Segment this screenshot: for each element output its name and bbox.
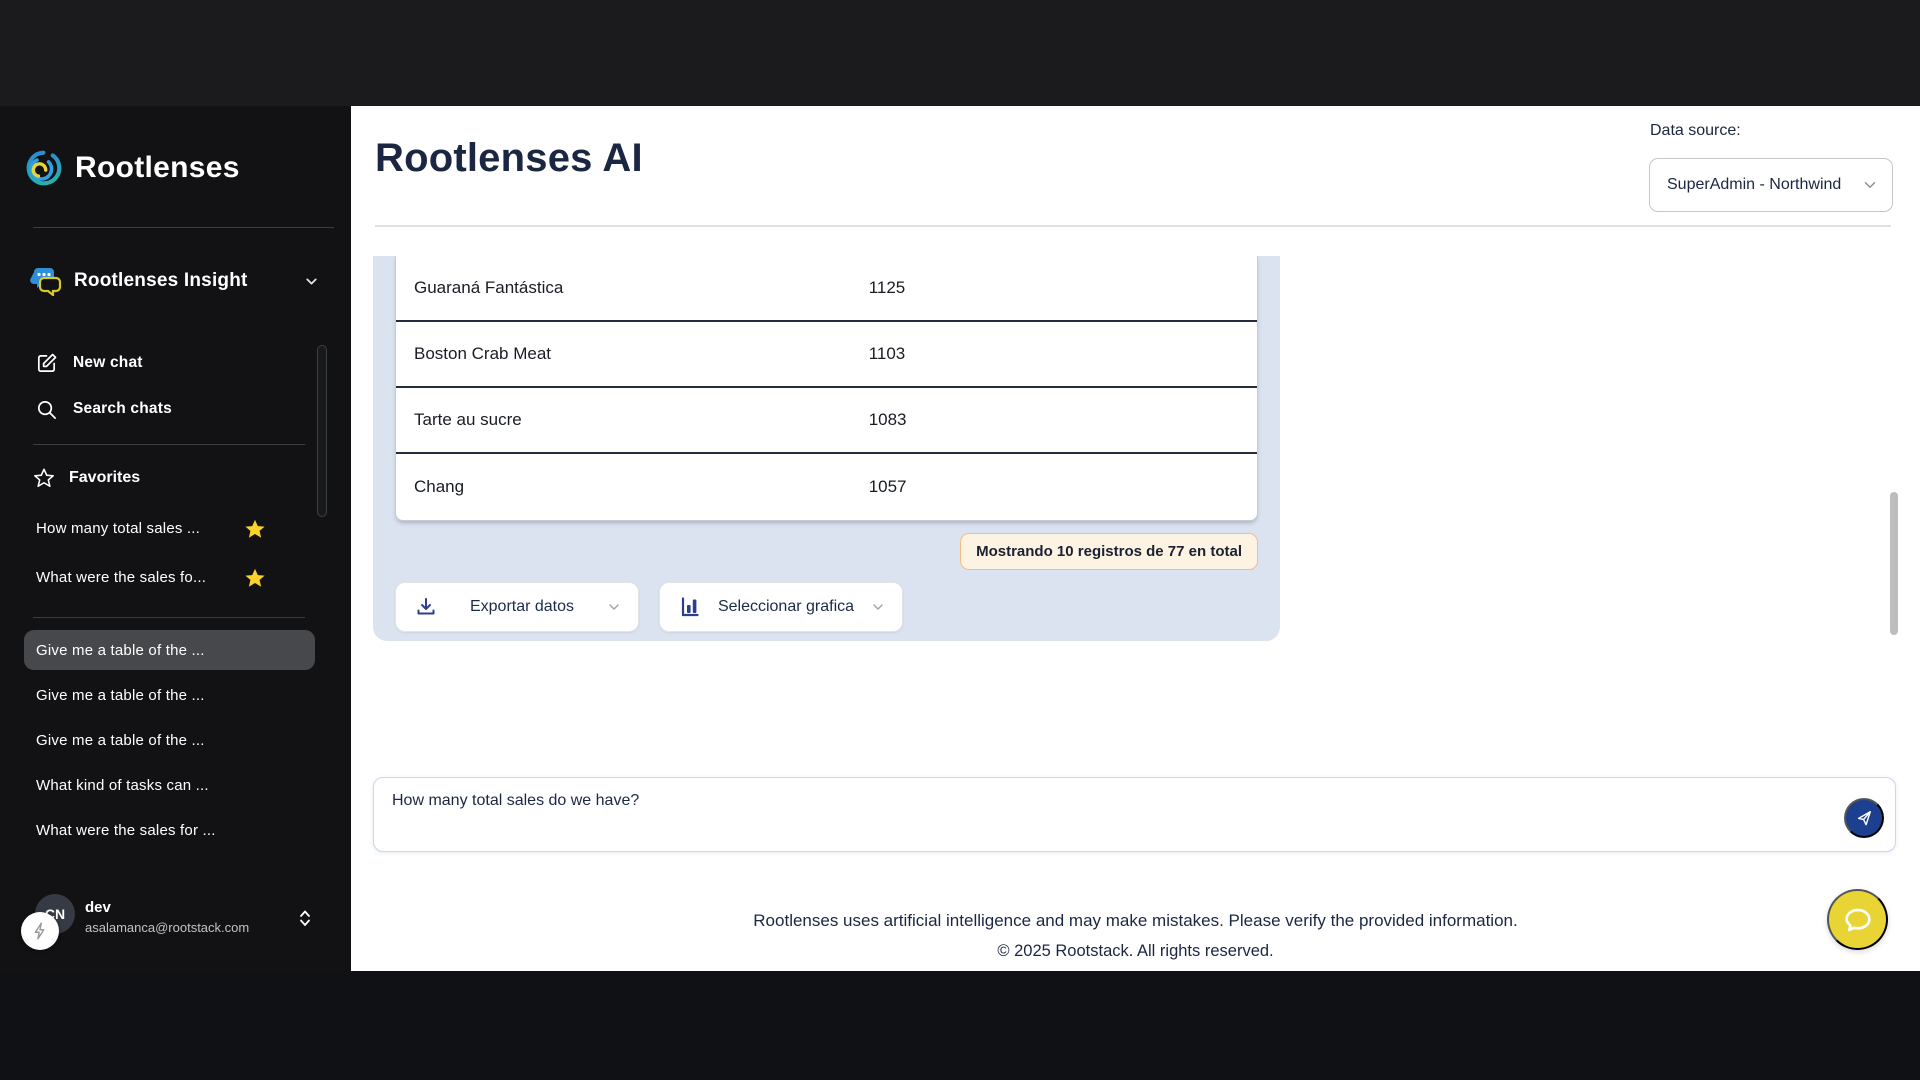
footer-copyright: © 2025 Rootstack. All rights reserved. [351, 942, 1920, 961]
chat-history-label: What kind of tasks can ... [36, 777, 209, 794]
chat-history-label: Give me a table of the ... [36, 687, 205, 704]
sidebar-divider [33, 617, 305, 618]
chat-composer: How many total sales do we have? [373, 777, 1896, 852]
chat-history-label: Give me a table of the ... [36, 732, 205, 749]
table-cell-value: 1083 [869, 410, 1257, 430]
app-logo-text: Rootlenses [75, 151, 240, 185]
chat-history-list: Give me a table of the ... Give me a tab… [24, 630, 315, 855]
chevron-down-icon [1861, 176, 1879, 194]
rootlenses-logo-icon [24, 148, 64, 188]
support-chat-fab[interactable] [1827, 889, 1888, 950]
table-cell-product: Tarte au sucre [396, 410, 869, 430]
export-data-label: Exportar datos [438, 598, 606, 616]
chat-history-label: What were the sales for ... [36, 822, 216, 839]
new-chat-label: New chat [73, 354, 143, 372]
assistant-response-panel: Guaraná Fantástica 1125 Boston Crab Meat… [373, 256, 1280, 641]
sidebar-scrollbar-thumb[interactable] [317, 345, 327, 517]
download-icon [414, 595, 438, 619]
chevron-down-icon[interactable] [303, 273, 320, 290]
chevron-down-icon [606, 599, 622, 615]
chat-history-label: Give me a table of the ... [36, 642, 205, 659]
table-row: Chang 1057 [396, 454, 1257, 520]
sidebar-divider [33, 227, 334, 228]
export-data-button[interactable]: Exportar datos [395, 582, 639, 632]
page-title: Rootlenses AI [375, 136, 643, 181]
chevron-up-down-icon[interactable] [297, 908, 313, 928]
send-button[interactable] [1844, 798, 1884, 838]
app-logo[interactable]: Rootlenses [24, 148, 240, 188]
new-chat-button[interactable]: New chat [0, 340, 320, 386]
favorite-chat-item[interactable]: What were the sales fo... [24, 553, 294, 602]
data-source-label: Data source: [1650, 122, 1741, 140]
chat-history-item[interactable]: What kind of tasks can ... [24, 765, 315, 805]
main-content: Rootlenses AI Data source: SuperAdmin - … [351, 106, 1920, 971]
chat-bubble-icon [1842, 904, 1874, 936]
lightning-icon [30, 921, 50, 941]
letterbox-top [0, 0, 1920, 106]
chat-input[interactable]: How many total sales do we have? [374, 778, 1895, 851]
favorites-header[interactable]: Favorites [0, 458, 320, 498]
table-cell-product: Chang [396, 477, 869, 497]
search-icon [35, 398, 58, 421]
bar-chart-icon [678, 595, 702, 619]
select-chart-button[interactable]: Seleccionar grafica [659, 582, 903, 632]
favorites-list: How many total sales ... What were the s… [24, 504, 294, 602]
header-divider [375, 225, 1891, 227]
user-email: asalamanca@rootstack.com [85, 920, 249, 935]
chat-history-item[interactable]: Give me a table of the ... [24, 720, 315, 760]
user-account[interactable]: CN dev asalamanca@rootstack.com [0, 886, 330, 956]
favorite-chat-label: How many total sales ... [36, 520, 244, 537]
favorite-chat-label: What were the sales fo... [36, 569, 244, 586]
chat-history-item[interactable]: Give me a table of the ... [24, 630, 315, 670]
star-outline-icon [33, 467, 55, 489]
favorites-label: Favorites [69, 469, 140, 487]
table-cell-value: 1125 [869, 278, 1257, 298]
table-cell-product: Boston Crab Meat [396, 344, 869, 364]
screen: Rootlenses Rootlenses Insight [0, 0, 1920, 1080]
letterbox-bottom [0, 971, 1920, 1080]
extension-overlay-bubble[interactable] [21, 912, 59, 950]
chat-history-item[interactable]: What were the sales for ... [24, 810, 315, 850]
chat-history-item[interactable]: Give me a table of the ... [24, 675, 315, 715]
favorite-chat-item[interactable]: How many total sales ... [24, 504, 294, 553]
favorite-star-icon[interactable] [244, 518, 266, 540]
chevron-down-icon [870, 599, 886, 615]
select-chart-label: Seleccionar grafica [702, 598, 870, 616]
paper-plane-icon [1854, 808, 1874, 828]
table-row: Guaraná Fantástica 1125 [396, 256, 1257, 322]
search-chats-button[interactable]: Search chats [0, 386, 320, 432]
table-row: Boston Crab Meat 1103 [396, 322, 1257, 388]
results-table: Guaraná Fantástica 1125 Boston Crab Meat… [395, 256, 1258, 521]
table-cell-value: 1103 [869, 344, 1257, 364]
table-row: Tarte au sucre 1083 [396, 388, 1257, 454]
records-count-badge: Mostrando 10 registros de 77 en total [960, 533, 1258, 570]
sidebar-divider [33, 444, 305, 445]
footer-disclaimer: Rootlenses uses artificial intelligence … [351, 911, 1920, 931]
workspace-label: Rootlenses Insight [74, 270, 293, 292]
records-badge-row: Mostrando 10 registros de 77 en total [395, 533, 1258, 570]
new-chat-icon [35, 352, 58, 375]
user-name: dev [85, 899, 111, 916]
table-cell-product: Guaraná Fantástica [396, 278, 869, 298]
sidebar-nav: New chat Search chats [0, 340, 320, 432]
main-scrollbar-thumb[interactable] [1890, 492, 1898, 635]
chat-bubbles-icon [30, 266, 64, 296]
data-source-select[interactable]: SuperAdmin - Northwind [1649, 158, 1893, 212]
search-chats-label: Search chats [73, 400, 172, 418]
favorite-star-icon[interactable] [244, 567, 266, 589]
table-cell-value: 1057 [869, 477, 1257, 497]
workspace-selector[interactable]: Rootlenses Insight [30, 266, 320, 296]
table-actions: Exportar datos Seleccionar grafica [395, 582, 1258, 632]
data-source-value: SuperAdmin - Northwind [1667, 176, 1861, 194]
sidebar: Rootlenses Rootlenses Insight [0, 106, 351, 971]
